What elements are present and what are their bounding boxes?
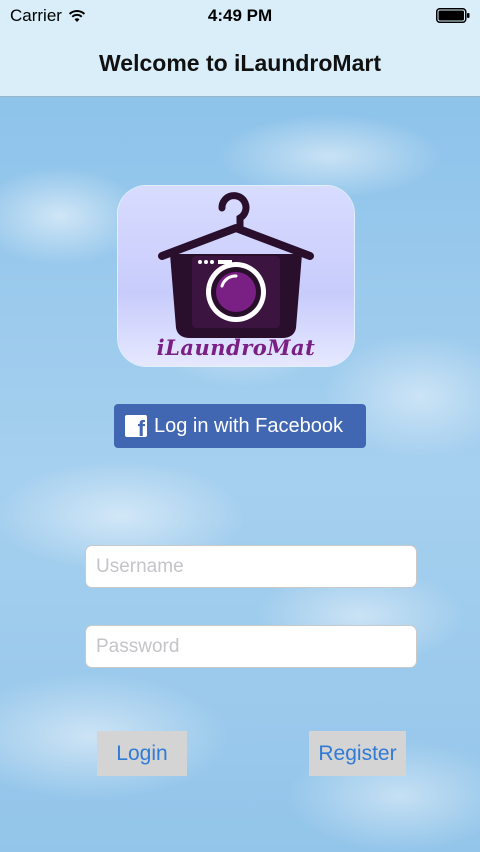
app-logo: iLaundroMat — [118, 186, 354, 366]
battery-icon — [436, 8, 470, 23]
login-button[interactable]: Login — [97, 731, 187, 776]
navigation-bar: Welcome to iLaundroMart — [0, 32, 480, 97]
facebook-login-button[interactable]: f Log in with Facebook — [114, 404, 366, 448]
logo-text: iLaundroMat — [156, 335, 316, 360]
password-input[interactable] — [85, 625, 417, 668]
username-input[interactable] — [85, 545, 417, 588]
facebook-login-label: Log in with Facebook — [154, 414, 344, 437]
status-bar: Carrier 4:49 PM — [0, 0, 480, 32]
clock: 4:49 PM — [207, 6, 273, 25]
register-button[interactable]: Register — [309, 731, 406, 776]
page-title: Welcome to iLaundroMart — [99, 50, 381, 76]
facebook-f-icon: f — [125, 415, 147, 437]
